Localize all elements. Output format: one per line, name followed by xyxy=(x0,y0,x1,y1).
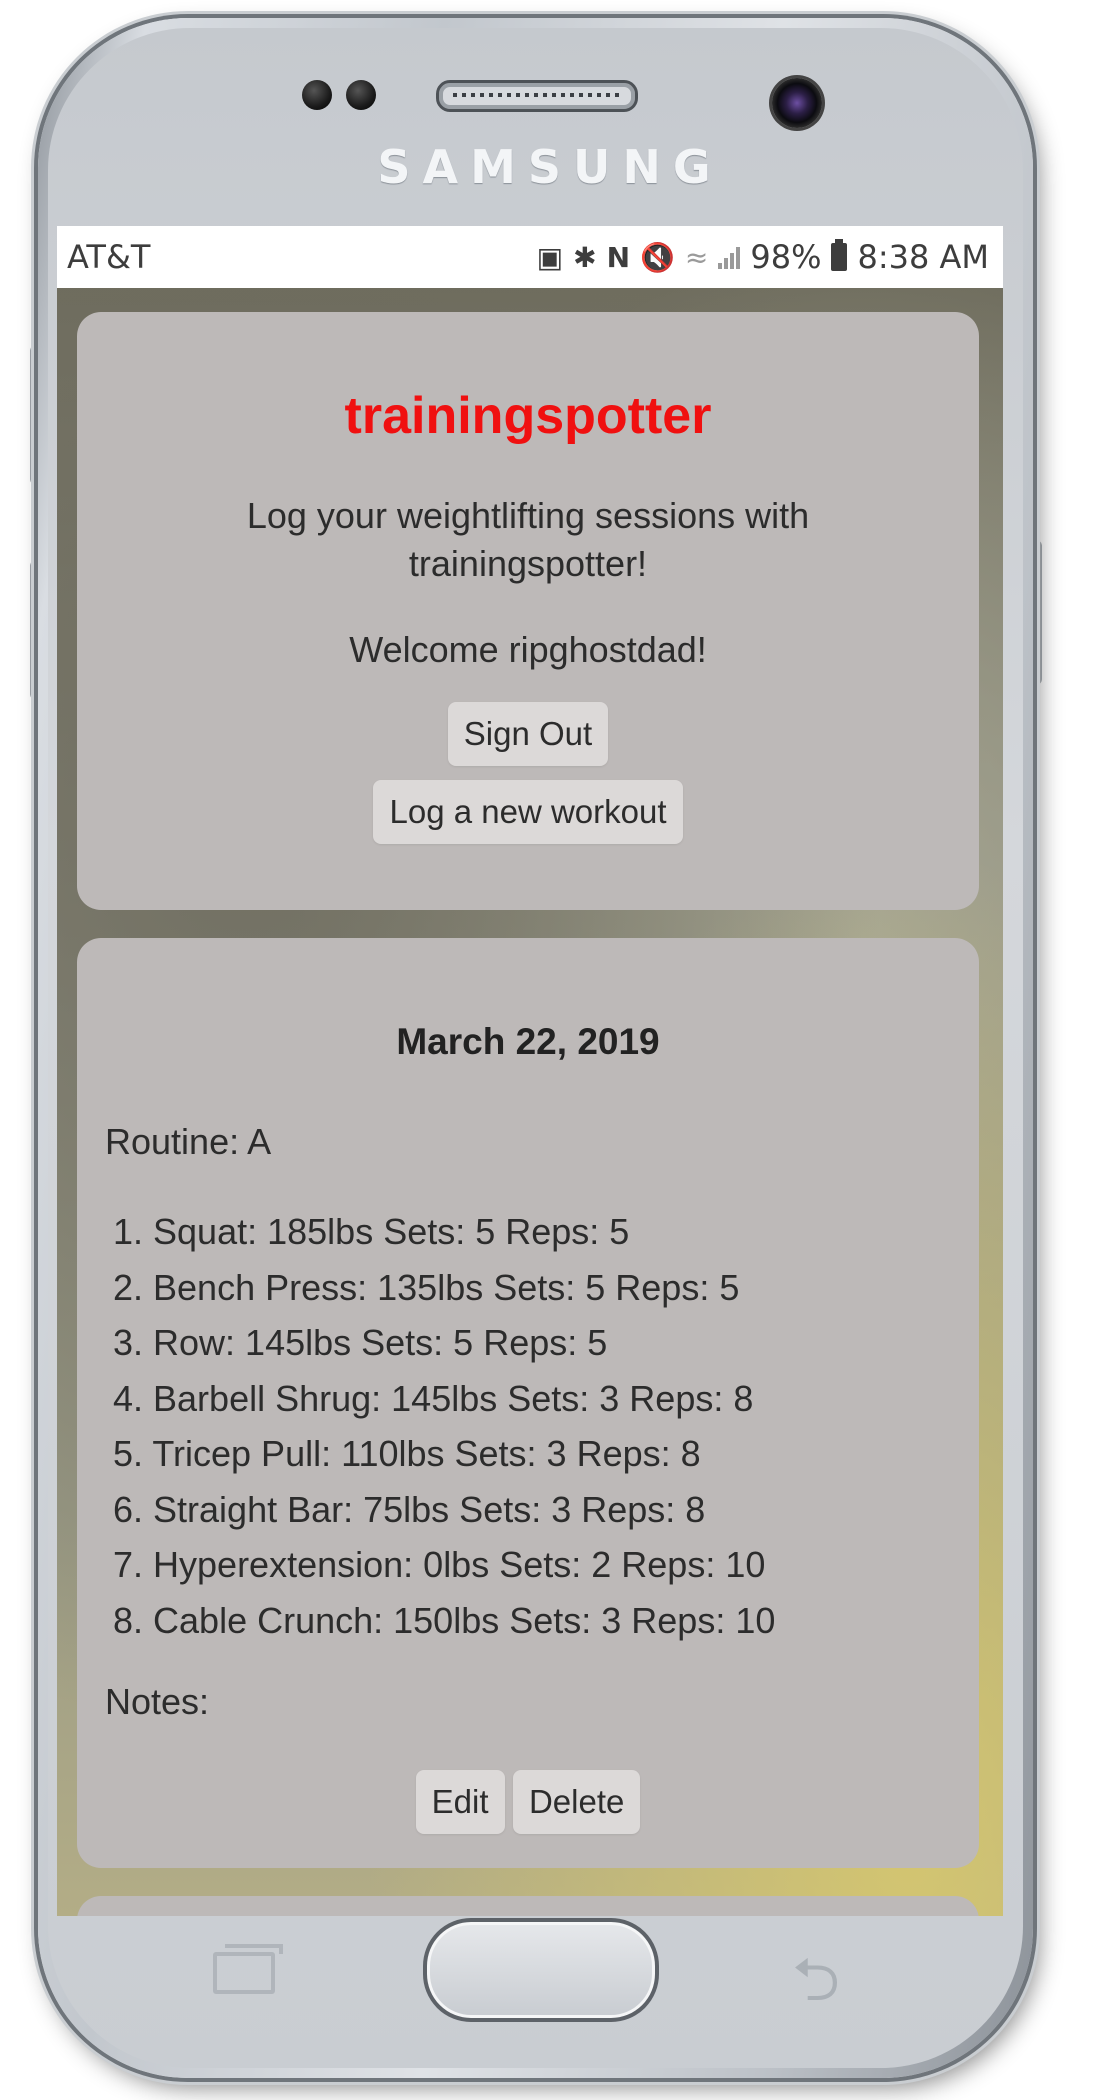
nfc-icon: N xyxy=(606,240,630,274)
earpiece-speaker xyxy=(436,80,638,112)
delete-button[interactable]: Delete xyxy=(512,1770,641,1834)
workout-actions: Edit Delete xyxy=(105,1770,951,1834)
notes-label: Notes: xyxy=(105,1681,210,1722)
exercise-item: 8. Cable Crunch: 150lbs Sets: 3 Reps: 10 xyxy=(113,1599,776,1641)
light-sensor xyxy=(346,80,376,110)
status-bar: AT&T ▣ ✱ N 🔇 ≈ 98% 8:38 AM xyxy=(57,226,1003,288)
recent-apps-icon[interactable] xyxy=(213,1944,283,1994)
app-title: trainingspotter xyxy=(344,387,712,445)
workout-date: March 22, 2019 xyxy=(396,1021,660,1062)
carrier-label: AT&T xyxy=(67,238,151,276)
welcome-message: Welcome ripghostdad! xyxy=(349,629,707,670)
exercise-item: 2. Bench Press: 135lbs Sets: 5 Reps: 5 xyxy=(113,1266,740,1308)
clock: 8:38 AM xyxy=(857,238,989,276)
exercise-item: 1. Squat: 185lbs Sets: 5 Reps: 5 xyxy=(113,1211,630,1252)
sign-out-button[interactable]: Sign Out xyxy=(447,702,609,766)
bluetooth-icon: ✱ xyxy=(573,240,597,274)
battery-saver-icon: ▣ xyxy=(536,240,564,274)
exercise-item: 3. Row: 145lbs Sets: 5 Reps: 5 xyxy=(113,1322,608,1363)
routine-label: Routine: A xyxy=(105,1121,272,1162)
header-card: trainingspotter Log your weightlifting s… xyxy=(77,312,979,910)
log-new-workout-button[interactable]: Log a new workout xyxy=(373,780,683,844)
exercise-item: 5. Tricep Pull: 110lbs Sets: 3 Reps: 8 xyxy=(113,1433,701,1474)
log-workout-row: Log a new workout xyxy=(77,780,979,844)
exercise-item: 7. Hyperextension: 0lbs Sets: 2 Reps: 10 xyxy=(113,1544,766,1585)
tagline: Log your weightlifting sessions with tra… xyxy=(246,495,810,584)
cell-signal-icon xyxy=(718,245,741,269)
exercise-item: 6. Straight Bar: 75lbs Sets: 3 Reps: 8 xyxy=(113,1488,706,1530)
edit-button[interactable]: Edit xyxy=(415,1770,505,1834)
front-camera xyxy=(772,78,822,128)
wifi-icon: ≈ xyxy=(684,240,709,274)
app-background: trainingspotter Log your weightlifting s… xyxy=(57,288,1003,1916)
exercise-list: 1. Squat: 185lbs Sets: 5 Reps: 5 2. Benc… xyxy=(105,1204,951,1648)
mute-icon: 🔇 xyxy=(640,240,675,274)
next-workout-card xyxy=(77,1896,979,1916)
device-brand-logo: SAMSUNG xyxy=(377,140,723,194)
home-button[interactable] xyxy=(423,1918,659,2022)
battery-percent: 98% xyxy=(750,238,822,276)
battery-icon xyxy=(831,239,848,271)
exercise-item: 4. Barbell Shrug: 145lbs Sets: 3 Reps: 8 xyxy=(113,1377,754,1419)
status-icons: ▣ ✱ N 🔇 ≈ 98% 8:38 AM xyxy=(537,238,989,276)
proximity-sensor xyxy=(302,80,332,110)
workout-card: March 22, 2019 Routine: A 1. Squat: 185l… xyxy=(77,938,979,1868)
back-icon[interactable]: ⮌ xyxy=(792,1936,840,2038)
sign-out-row: Sign Out xyxy=(77,702,979,766)
phone-screen: AT&T ▣ ✱ N 🔇 ≈ 98% 8:38 AM trainingspott… xyxy=(57,226,1003,1916)
